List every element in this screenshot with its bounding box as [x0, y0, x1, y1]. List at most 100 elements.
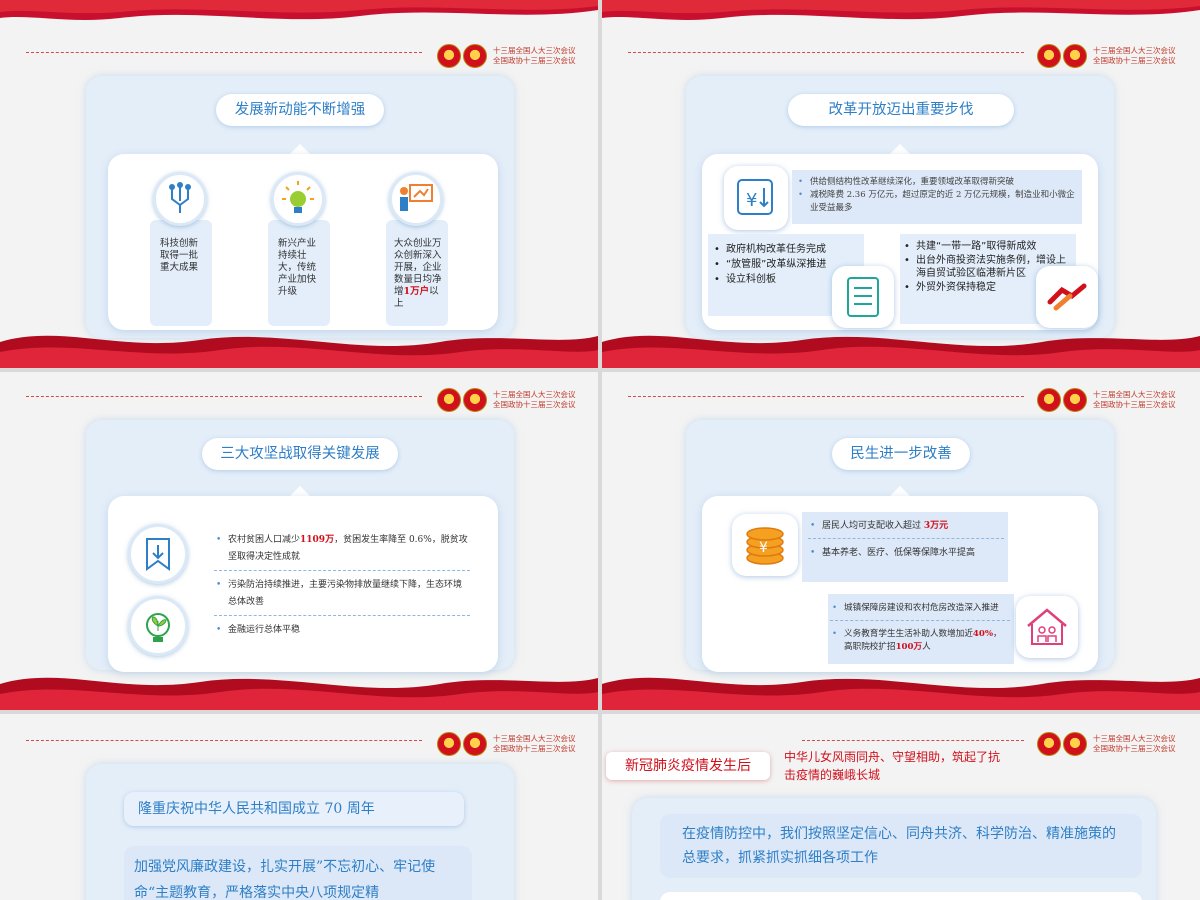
- bullet-text: 城镇保障房建设和农村危房改造深入推进: [844, 603, 999, 613]
- meeting-label-line2: 全国政协十三届三次会议: [1093, 56, 1176, 65]
- national-emblem-icon: [437, 388, 461, 412]
- column-entrepreneurship-highlight: 1万户: [403, 286, 430, 297]
- bullet-text: 人: [922, 642, 931, 652]
- national-emblem-icon: [437, 732, 461, 756]
- epidemic-red-text: 中华儿女风雨同舟、守望相助，筑起了抗击疫情的巍峨长城: [784, 750, 1001, 782]
- cppcc-emblem-icon: [1063, 732, 1087, 756]
- meeting-label: 十三届全国人大三次会议 全国政协十三届三次会议: [493, 390, 589, 410]
- top-red-wave: [602, 0, 1200, 20]
- house-family-icon: [1016, 596, 1078, 658]
- income-bullet-list: 居民人均可支配收入超过 3万元 基本养老、医疗、低保等保障水平提高: [802, 512, 1008, 560]
- bullet-item: 义务教育学生生活补助人数增加近40%，高职院校扩招100万人: [830, 628, 1010, 654]
- bullet-highlight: 40%: [972, 629, 994, 639]
- card-pointer: [890, 144, 910, 154]
- national-emblem-icon: [1037, 44, 1061, 68]
- svg-text:¥: ¥: [746, 190, 757, 211]
- bullet-text: 金融运行总体平稳: [228, 625, 301, 635]
- meeting-label: 十三届全国人大三次会议 全国政协十三届三次会议: [1093, 734, 1189, 754]
- epidemic-body: 在疫情防控中，我们按照坚定信心、同舟共济、科学防治、精准施策的总要求，抓紧抓实抓…: [660, 814, 1142, 878]
- svg-text:¥: ¥: [759, 540, 768, 556]
- bullet-highlight: 3万元: [923, 521, 949, 531]
- card-pointer: [290, 486, 310, 496]
- card-pointer: [890, 486, 910, 496]
- housing-bullets-box: 城镇保障房建设和农村危房改造深入推进 义务教育学生生活补助人数增加近40%，高职…: [828, 594, 1014, 664]
- meeting-label-line2: 全国政协十三届三次会议: [493, 400, 576, 409]
- battles-bullets: 农村贫困人口减少1109万，贫困发生率降至 0.6%，脱贫攻坚取得决定性成就 污…: [214, 532, 470, 639]
- bottom-red-ribbon: [602, 335, 1200, 368]
- download-bookmark-icon: [128, 524, 188, 584]
- bullet-item: 共建“一带一路”取得新成效: [902, 240, 1072, 254]
- slide-three-battles[interactable]: 十三届全国人大三次会议 全国政协十三届三次会议 三大攻坚战取得关键发展 农村贫困…: [0, 372, 598, 710]
- slide-title: 发展新动能不断增强: [216, 94, 384, 126]
- meeting-label-line1: 十三届全国人大三次会议: [493, 734, 576, 743]
- bullet-text: 居民人均可支配收入超过: [822, 521, 922, 531]
- column-tech-text: 科技创新取得一批重大成果: [160, 238, 199, 273]
- national-emblem-icon: [1037, 388, 1061, 412]
- anniversary-body: 加强党风廉政建设，扎实开展”不忘初心、牢记使命“主题教育，严格落实中央八项规定精: [124, 846, 472, 900]
- header-dashed-line: [802, 740, 1024, 741]
- header-dashed-line: [26, 396, 422, 397]
- slide-new-momentum[interactable]: 十三届全国人大三次会议 全国政协十三届三次会议 发展新动能不断增强 科技创新取得…: [0, 0, 598, 368]
- battles-bullet-list: 农村贫困人口减少1109万，贫困发生率降至 0.6%，脱贫攻坚取得决定性成就 污…: [214, 532, 470, 639]
- circuit-icon: [153, 172, 207, 226]
- bullet-item: 城镇保障房建设和农村危房改造深入推进: [830, 602, 1010, 621]
- bullet-text: 义务教育学生生活补助人数增加近: [844, 629, 973, 639]
- header-dashed-line: [26, 52, 422, 53]
- slide-title: 三大攻坚战取得关键发展: [202, 438, 398, 470]
- meeting-label-line1: 十三届全国人大三次会议: [1093, 390, 1176, 399]
- meeting-label-line2: 全国政协十三届三次会议: [493, 56, 576, 65]
- cppcc-emblem-icon: [463, 44, 487, 68]
- cppcc-emblem-icon: [1063, 44, 1087, 68]
- housing-bullet-list: 城镇保障房建设和农村危房改造深入推进 义务教育学生生活补助人数增加近40%，高职…: [828, 594, 1014, 654]
- slide-epidemic[interactable]: 十三届全国人大三次会议 全国政协十三届三次会议 新冠肺炎疫情发生后 中华儿女风雨…: [602, 714, 1200, 900]
- meeting-label: 十三届全国人大三次会议 全国政协十三届三次会议: [1093, 46, 1189, 66]
- bullet-item: 污染防治持续推进，主要污染物排放量继续下降，生态环境总体改善: [214, 577, 470, 616]
- tax-reduction-icon: ¥: [724, 166, 788, 230]
- income-bullets-box: 居民人均可支配收入超过 3万元 基本养老、医疗、低保等保障水平提高: [802, 512, 1008, 582]
- presentation-icon: [389, 172, 443, 226]
- lightbulb-icon: [271, 172, 325, 226]
- coins-icon: ¥: [732, 514, 798, 576]
- bottom-red-ribbon: [0, 677, 598, 710]
- header-dashed-line: [628, 52, 1024, 53]
- meeting-label-line2: 全国政协十三届三次会议: [1093, 744, 1176, 753]
- cppcc-emblem-icon: [463, 732, 487, 756]
- column-entrepreneurship-text: 大众创业万众创新深入开展，企业数量日均净增1万户以上: [394, 238, 448, 310]
- slide-title: 改革开放迈出重要步伐: [788, 94, 1014, 126]
- meeting-label-line1: 十三届全国人大三次会议: [1093, 46, 1176, 55]
- cppcc-emblem-icon: [463, 388, 487, 412]
- bullet-item: 供给侧结构性改革继续深化，重要领域改革取得新突破: [796, 176, 1076, 189]
- slide-livelihood[interactable]: 十三届全国人大三次会议 全国政协十三届三次会议 民生进一步改善 ¥ 居民人均可支…: [602, 372, 1200, 710]
- slide-anniversary[interactable]: 十三届全国人大三次会议 全国政协十三届三次会议 隆重庆祝中华人民共和国成立 70…: [0, 714, 598, 900]
- bullet-text: 污染防治持续推进，主要污染物排放量继续下降，生态环境总体改善: [228, 580, 463, 607]
- meeting-label-line2: 全国政协十三届三次会议: [1093, 400, 1176, 409]
- national-emblem-icon: [437, 44, 461, 68]
- meeting-label-line1: 十三届全国人大三次会议: [493, 46, 576, 55]
- bullet-item: 政府机构改革任务完成: [712, 242, 860, 257]
- bottom-red-ribbon: [0, 335, 598, 368]
- next-card-edge: [660, 892, 1142, 900]
- cppcc-emblem-icon: [1063, 388, 1087, 412]
- meeting-label-line2: 全国政协十三届三次会议: [493, 744, 576, 753]
- header-dashed-line: [26, 740, 422, 741]
- bullet-item: 农村贫困人口减少1109万，贫困发生率降至 0.6%，脱贫攻坚取得决定性成就: [214, 532, 470, 571]
- bullet-text: 农村贫困人口减少: [228, 535, 301, 545]
- header-dashed-line: [628, 396, 1024, 397]
- epidemic-tag: 新冠肺炎疫情发生后: [606, 752, 770, 780]
- bullet-text: 基本养老、医疗、低保等保障水平提高: [822, 548, 976, 558]
- meeting-label: 十三届全国人大三次会议 全国政协十三届三次会议: [493, 46, 589, 66]
- meeting-label: 十三届全国人大三次会议 全国政协十三届三次会议: [493, 734, 589, 754]
- column-industry-text: 新兴产业持续壮大，传统产业加快升级: [278, 238, 317, 297]
- slide-title: 民生进一步改善: [832, 438, 970, 470]
- top-bullet-list: 供给侧结构性改革继续深化，重要领域改革取得新突破 减税降费 2.36 万亿元，超…: [792, 170, 1082, 215]
- meeting-label-line1: 十三届全国人大三次会议: [493, 390, 576, 399]
- card-pointer: [290, 144, 310, 154]
- top-red-wave: [0, 0, 598, 20]
- national-emblem-icon: [1037, 732, 1061, 756]
- bottom-red-ribbon: [602, 677, 1200, 710]
- slide-reform-opening[interactable]: 十三届全国人大三次会议 全国政协十三届三次会议 改革开放迈出重要步伐 ¥ 供给侧…: [602, 0, 1200, 368]
- plant-icon: [128, 596, 188, 656]
- meeting-label-line1: 十三届全国人大三次会议: [1093, 734, 1176, 743]
- bullet-item: 基本养老、医疗、低保等保障水平提高: [808, 547, 1004, 560]
- bullet-highlight: 1109万: [300, 535, 335, 545]
